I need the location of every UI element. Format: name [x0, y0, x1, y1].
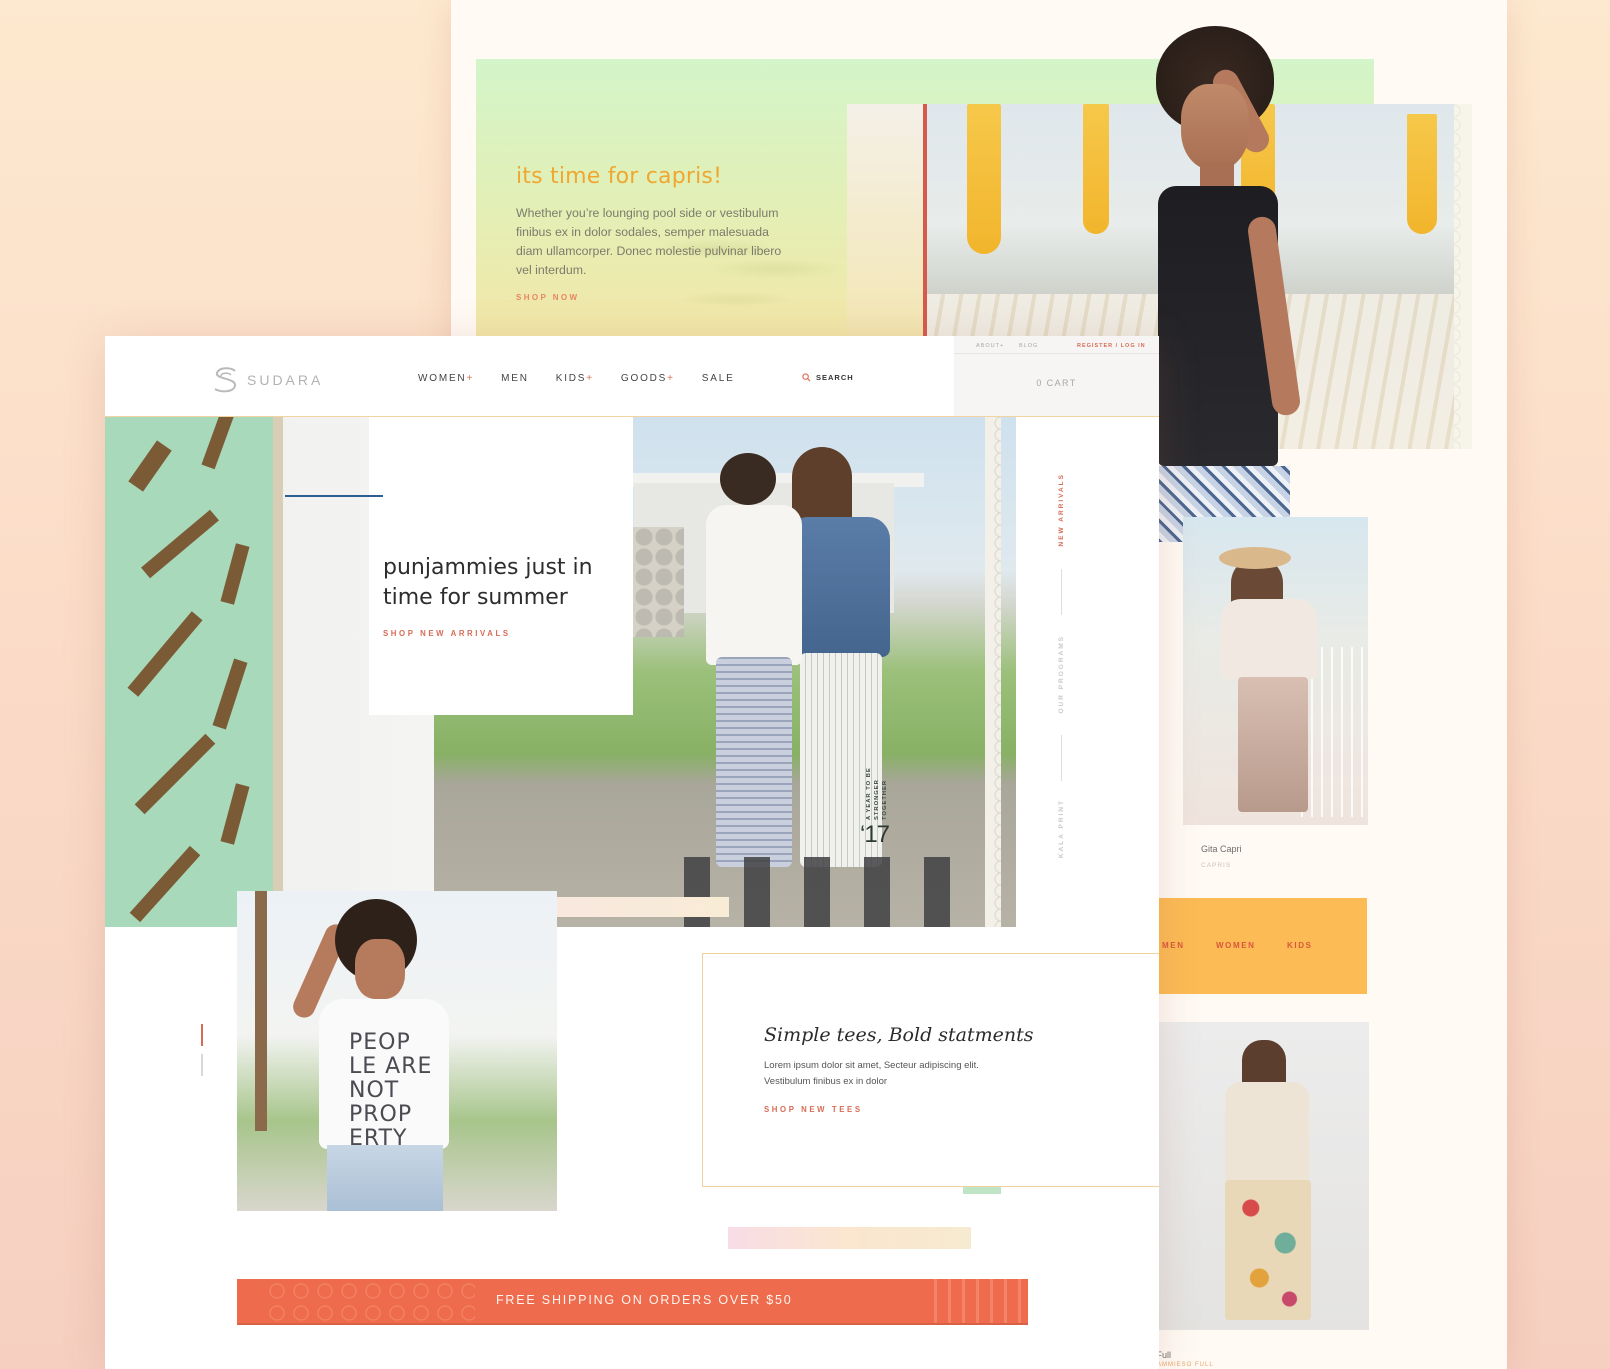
main-nav: WOMEN+ MEN KIDS+ GOODS+ SALE	[418, 373, 735, 384]
hero-title: punjammies just in time for summer	[383, 555, 593, 610]
blog-link[interactable]: BLOG	[1019, 343, 1038, 349]
search-icon	[802, 373, 811, 382]
year-caption: A YEAR TO BE STRONGER TOGETHER	[866, 767, 888, 820]
side-rail: NEW ARRIVALS OUR PROGRAMS KALA PRINT	[1022, 417, 1159, 927]
side-link-kala-print[interactable]: KALA PRINT	[1058, 799, 1065, 858]
hero-accent-line	[285, 495, 383, 497]
product-photo-full[interactable]	[1157, 1022, 1369, 1330]
capri-title: its time for capris!	[516, 164, 723, 189]
shipping-text: FREE SHIPPING ON ORDERS OVER $50	[496, 1293, 793, 1307]
site-header: SUDARA WOMEN+ MEN KIDS+ GOODS+ SALE SEAR…	[105, 336, 1159, 416]
nav-item-kids[interactable]: KIDS+	[556, 373, 594, 384]
nav-item-women[interactable]: WOMEN+	[418, 373, 474, 384]
product-category: AMMIESO FULL	[1157, 1362, 1214, 1368]
shop-new-tees-link[interactable]: SHOP NEW TEES	[764, 1105, 863, 1114]
tees-description: Lorem ipsum dolor sit amet, Secteur adip…	[764, 1060, 979, 1087]
front-page-preview: SUDARA WOMEN+ MEN KIDS+ GOODS+ SALE SEAR…	[105, 336, 1159, 1369]
umbrella	[1407, 114, 1437, 234]
umbrella	[967, 104, 1001, 254]
tee-photo: PEOP LE ARE NOT PROP ERTY	[237, 891, 557, 1211]
side-link-new-arrivals[interactable]: NEW ARRIVALS	[1058, 473, 1065, 546]
utility-box: ABOUT+ BLOG REGISTER / LOG IN 0 CART	[954, 336, 1159, 416]
nav-item-goods[interactable]: GOODS+	[621, 373, 675, 384]
tees-promo-box: Simple tees, Bold statments Lorem ipsum …	[702, 953, 1159, 1187]
about-link[interactable]: ABOUT+	[976, 343, 1004, 349]
pattern-strip	[728, 1227, 971, 1249]
category-link-kids[interactable]: KIDS	[1287, 941, 1313, 950]
cart-button[interactable]: 0 CART	[954, 378, 1159, 388]
category-link-men[interactable]: MEN	[1162, 941, 1185, 950]
category-link-women[interactable]: WOMEN	[1216, 941, 1256, 950]
shop-new-arrivals-link[interactable]: SHOP NEW ARRIVALS	[383, 629, 511, 638]
capri-description: Whether you’re lounging pool side or ves…	[516, 206, 782, 277]
logo-text: SUDARA	[247, 372, 324, 388]
free-shipping-banner[interactable]: FREE SHIPPING ON ORDERS OVER $50	[237, 1279, 1028, 1323]
category-bar: MEN WOMEN KIDS	[1141, 898, 1367, 994]
slide-indicator-active[interactable]	[201, 1024, 203, 1046]
product-photo-gita-capri[interactable]	[1183, 517, 1368, 825]
hero-pattern-strip	[985, 417, 1001, 927]
shop-now-link[interactable]: SHOP NOW	[516, 293, 580, 302]
slide-indicator[interactable]	[201, 1054, 203, 1076]
logo[interactable]: SUDARA	[211, 366, 323, 394]
nav-item-sale[interactable]: SALE	[702, 373, 735, 384]
year-number: ‘17	[860, 821, 890, 848]
search-label: SEARCH	[816, 373, 854, 382]
tees-title: Simple tees, Bold statments	[764, 1024, 1034, 1046]
nav-item-men[interactable]: MEN	[501, 373, 529, 384]
shirt-print: PEOP LE ARE NOT PROP ERTY	[349, 1030, 433, 1151]
sudara-logo-icon	[214, 367, 237, 393]
search-button[interactable]: SEARCH	[802, 373, 854, 382]
product-name[interactable]: Gita Capri	[1201, 844, 1242, 854]
register-login-link[interactable]: REGISTER / LOG IN	[1077, 343, 1146, 349]
utility-links: ABOUT+ BLOG REGISTER / LOG IN	[954, 336, 1159, 354]
product-category: CAPRIS	[1201, 862, 1232, 869]
pattern-strip	[1454, 104, 1472, 449]
side-link-our-programs[interactable]: OUR PROGRAMS	[1058, 635, 1065, 714]
